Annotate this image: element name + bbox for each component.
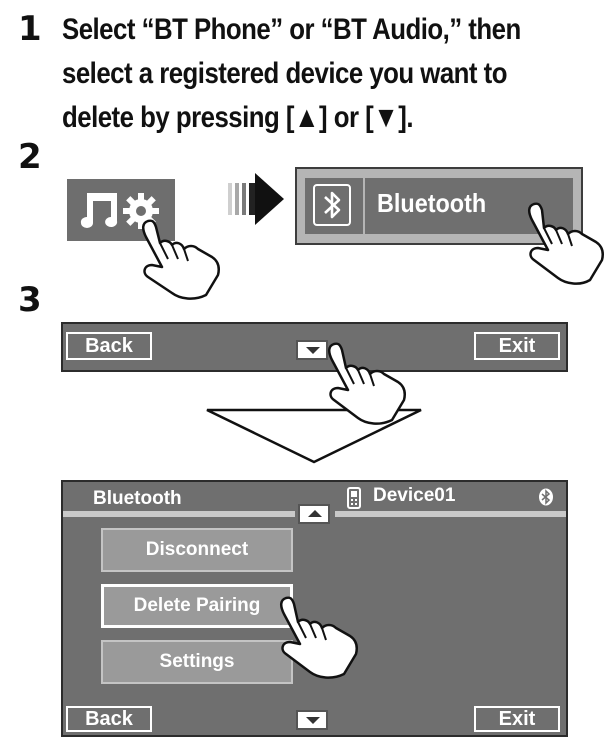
up-arrow-button[interactable] [298,504,330,524]
disconnect-button[interactable]: Disconnect [101,528,293,572]
instruction-line-2: select a registered device you want to [62,57,507,90]
phone-icon [347,487,361,509]
pointing-hand-icon [142,219,220,300]
separator [363,178,365,234]
device-name: Device01 [373,485,456,506]
pointing-hand-icon [328,342,406,425]
step-number-1: 1 [18,9,42,49]
down-arrow-button-screen[interactable] [296,710,328,730]
instruction-line-1: Select “BT Phone” or “BT Audio,” then [62,13,521,46]
step-1-instruction: Select “BT Phone” or “BT Audio,” then se… [62,8,526,140]
pointing-hand-icon [528,202,604,285]
bluetooth-label: Bluetooth [377,188,487,218]
step-number-3: 3 [18,280,42,320]
settings-button[interactable]: Settings [101,640,293,684]
bluetooth-status-icon [539,488,553,506]
bluetooth-icon [313,184,351,226]
pointing-hand-icon [280,596,358,679]
arrow-right-icon [228,173,284,225]
title-underline [63,511,295,517]
exit-button-screen[interactable]: Exit [474,706,560,732]
title-underline-right [335,511,566,517]
step-number-2: 2 [18,137,42,177]
exit-button[interactable]: Exit [474,332,560,360]
delete-pairing-button[interactable]: Delete Pairing [101,584,293,628]
back-button-screen[interactable]: Back [66,706,152,732]
instruction-line-3: delete by pressing [▲] or [▼]. [62,101,413,134]
back-button[interactable]: Back [66,332,152,360]
source-control-bar: Back Exit [61,322,568,372]
screen-title: Bluetooth [93,488,182,509]
